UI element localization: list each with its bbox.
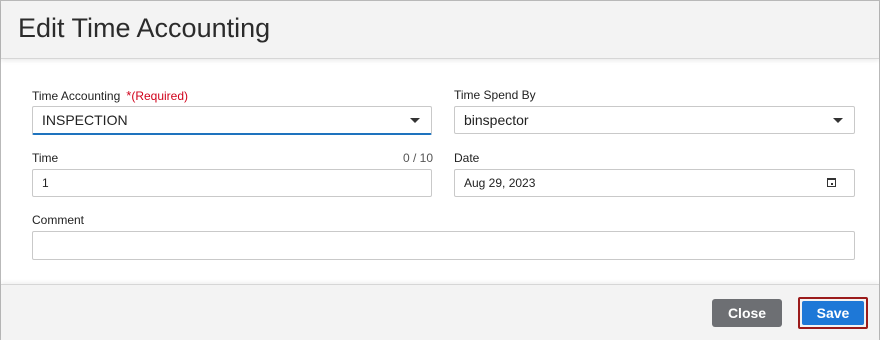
comment-input[interactable] — [32, 231, 855, 260]
date-input[interactable]: Aug 29, 2023 — [454, 169, 855, 197]
save-button[interactable]: Save — [802, 301, 864, 325]
chevron-down-icon[interactable] — [410, 118, 420, 123]
chevron-down-icon[interactable] — [833, 118, 843, 123]
required-text: (Required) — [131, 89, 189, 103]
date-label: Date — [454, 151, 480, 165]
time-spend-by-value: binspector — [464, 112, 529, 128]
time-char-counter: 0 / 10 — [403, 151, 434, 165]
time-label: Time — [32, 151, 59, 165]
time-spend-by-label: Time Spend By — [454, 88, 536, 102]
calendar-icon[interactable] — [827, 178, 836, 187]
time-accounting-select[interactable]: INSPECTION — [32, 106, 432, 135]
time-accounting-label: Time Accounting *(Required) — [32, 88, 188, 103]
time-accounting-value: INSPECTION — [42, 112, 128, 128]
dialog-footer: Close Save — [1, 284, 879, 340]
comment-label: Comment — [32, 213, 85, 227]
time-accounting-label-text: Time Accounting — [32, 89, 121, 103]
dialog-header: Edit Time Accounting — [1, 1, 879, 59]
time-spend-by-select[interactable]: binspector — [454, 106, 855, 134]
save-button-focus-ring: Save — [798, 297, 868, 329]
dialog-title: Edit Time Accounting — [18, 13, 271, 43]
date-value: Aug 29, 2023 — [464, 176, 536, 190]
time-input[interactable]: 1 — [32, 169, 432, 197]
time-value: 1 — [42, 176, 49, 190]
edit-time-accounting-dialog: Edit Time Accounting Time Accounting *(Re… — [0, 0, 880, 340]
close-button[interactable]: Close — [712, 299, 782, 327]
